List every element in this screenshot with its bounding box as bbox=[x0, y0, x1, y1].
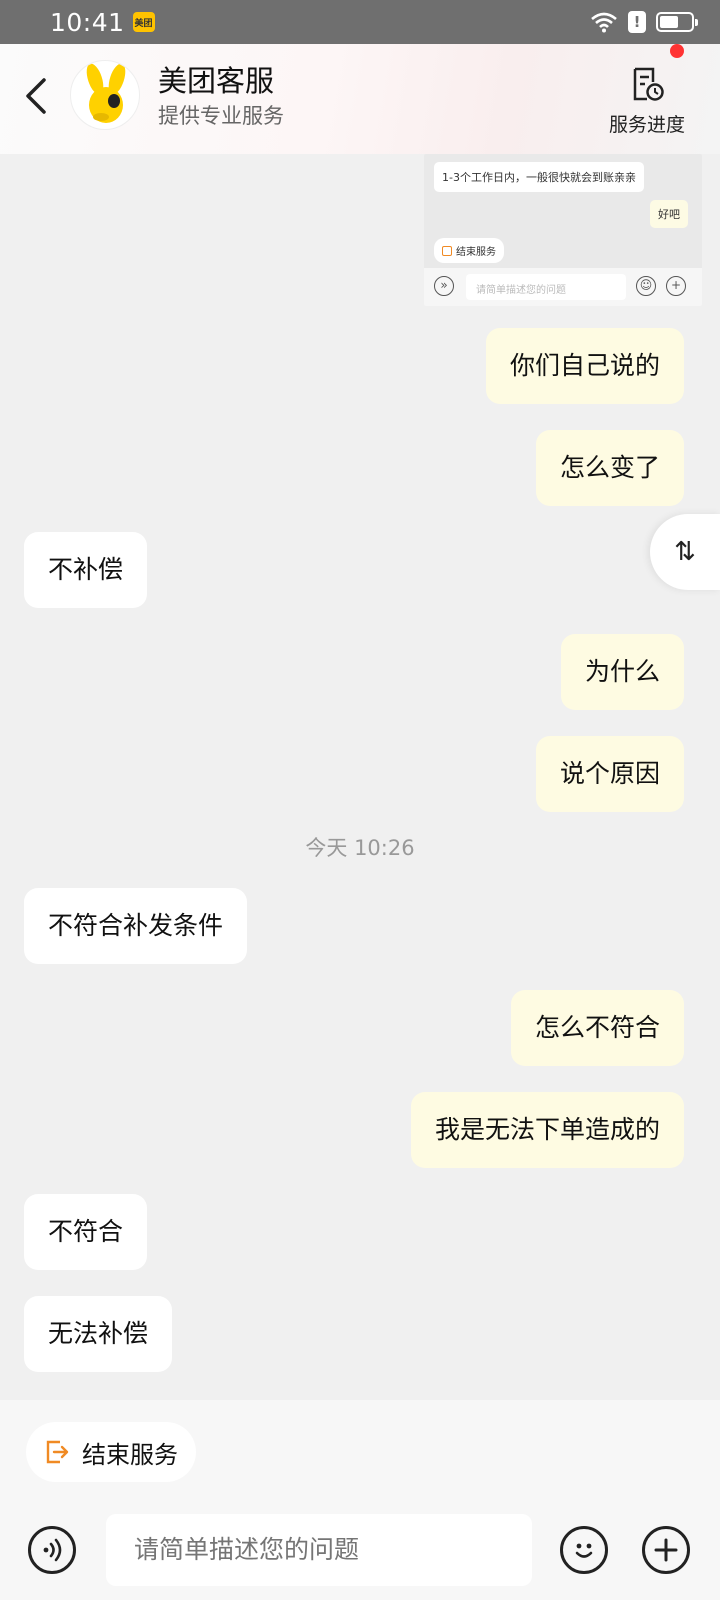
more-actions-button[interactable] bbox=[642, 1526, 690, 1574]
emoji-button[interactable] bbox=[560, 1526, 608, 1574]
end-service-button[interactable]: 结束服务 bbox=[26, 1422, 196, 1482]
voice-icon bbox=[43, 1538, 62, 1562]
preview-emoji-icon: ☺ bbox=[636, 276, 656, 296]
document-clock-icon bbox=[633, 67, 664, 101]
page-subtitle: 提供专业服务 bbox=[158, 104, 284, 128]
message-bubble-outgoing[interactable]: 怎么变了 bbox=[535, 430, 684, 506]
chat-timestamp: 今天 10:26 bbox=[305, 836, 415, 860]
message-input[interactable] bbox=[106, 1514, 532, 1586]
battery-icon bbox=[656, 12, 698, 32]
preview-end-service-label: 结束服务 bbox=[456, 247, 496, 258]
status-bar: 10:41 美团 ! bbox=[0, 0, 720, 44]
chat-header: 美团客服 提供专业服务 服务进度 bbox=[0, 44, 720, 154]
message-bubble-outgoing[interactable]: 你们自己说的 bbox=[485, 328, 684, 404]
preview-input-bar: » 请简单描述您的问题 ☺ + bbox=[424, 268, 702, 306]
message-bubble-outgoing[interactable]: 怎么不符合 bbox=[510, 990, 684, 1066]
service-progress-label: 服务进度 bbox=[608, 114, 685, 136]
preview-end-service: 结束服务 bbox=[434, 238, 504, 263]
plus-icon bbox=[654, 1538, 678, 1562]
alert-icon: ! bbox=[628, 11, 646, 33]
preview-voice-icon: » bbox=[434, 276, 454, 296]
message-bubble-outgoing[interactable]: 为什么 bbox=[560, 634, 684, 710]
smiley-icon bbox=[575, 1543, 593, 1558]
swap-order-button[interactable]: ⇅ bbox=[650, 514, 720, 590]
exit-icon bbox=[46, 1440, 69, 1464]
message-bubble-incoming[interactable]: 不符合补发条件 bbox=[24, 888, 248, 964]
message-bubble-outgoing[interactable]: 我是无法下单造成的 bbox=[410, 1092, 684, 1168]
agent-avatar[interactable] bbox=[70, 60, 140, 130]
status-time: 10:41 bbox=[50, 7, 125, 37]
notification-dot bbox=[670, 44, 684, 58]
message-bubble-incoming[interactable]: 不补偿 bbox=[24, 532, 148, 608]
page-title: 美团客服 bbox=[158, 64, 275, 98]
mascot-kangaroo-icon bbox=[86, 63, 126, 123]
bottom-panel: 结束服务 bbox=[0, 1400, 720, 1600]
screenshot-preview[interactable]: 1-3个工作日内，一般很快就会到账亲亲 好吧 结束服务 » 请简单描述您的问题 … bbox=[424, 154, 702, 306]
preview-plus-icon: + bbox=[666, 276, 686, 296]
service-progress-button[interactable]: 服务进度 bbox=[602, 66, 692, 137]
message-bubble-outgoing[interactable]: 说个原因 bbox=[535, 736, 684, 812]
end-service-label: 结束服务 bbox=[82, 1440, 178, 1469]
voice-input-button[interactable] bbox=[28, 1526, 76, 1574]
back-arrow-icon[interactable] bbox=[22, 76, 52, 116]
message-bubble-incoming[interactable]: 无法补偿 bbox=[24, 1296, 173, 1372]
meituan-app-badge: 美团 bbox=[132, 12, 155, 32]
chat-area[interactable]: 1-3个工作日内，一般很快就会到账亲亲 好吧 结束服务 » 请简单描述您的问题 … bbox=[0, 154, 720, 1400]
wifi-icon bbox=[591, 12, 617, 33]
preview-reply: 好吧 bbox=[650, 200, 688, 228]
preview-input: 请简单描述您的问题 bbox=[466, 274, 626, 300]
preview-message: 1-3个工作日内，一般很快就会到账亲亲 bbox=[434, 162, 644, 192]
message-input-bar bbox=[0, 1500, 720, 1600]
message-bubble-incoming[interactable]: 不符合 bbox=[24, 1194, 148, 1270]
exit-icon bbox=[442, 245, 452, 256]
